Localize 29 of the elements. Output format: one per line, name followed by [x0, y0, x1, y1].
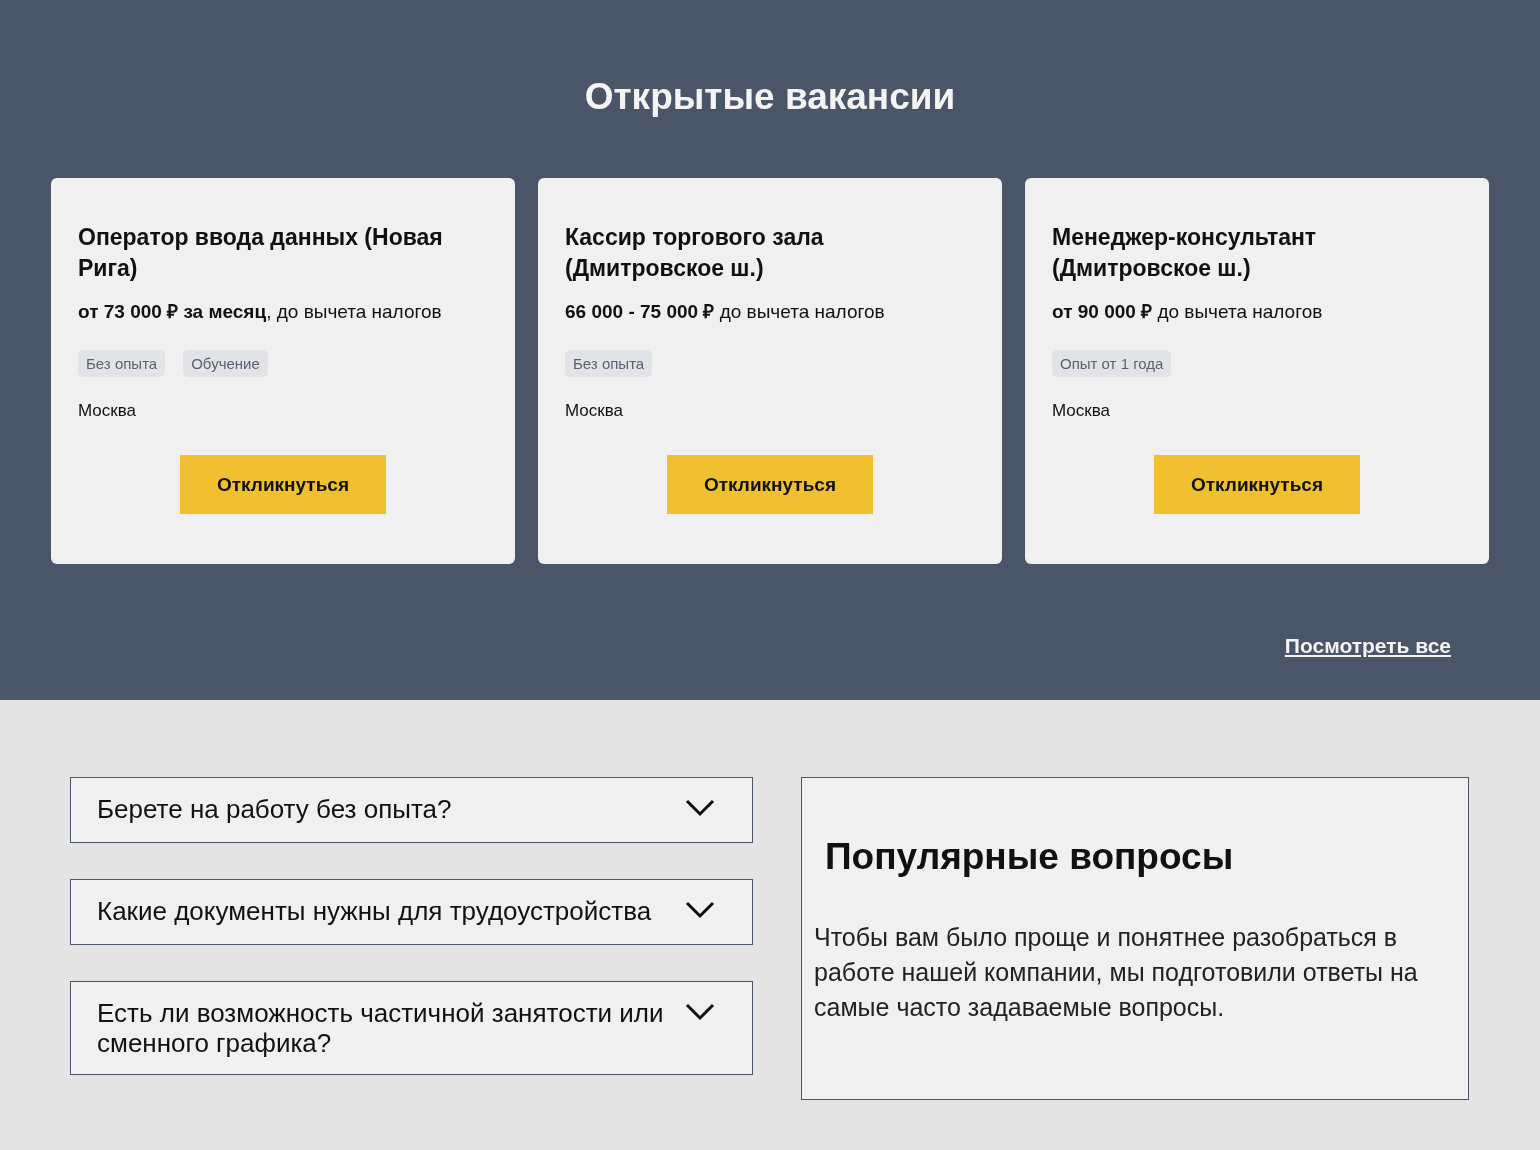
- city-label: Москва: [78, 401, 138, 421]
- tag: Без опыта: [565, 350, 653, 377]
- faq-item[interactable]: Есть ли возможность частичной занятости или сменного графика?: [70, 981, 753, 1075]
- faq-question: Берете на работу без опыта?: [97, 794, 452, 824]
- chevron-icon: [684, 798, 716, 818]
- faq-item[interactable]: Какие документы нужны для трудоустройства: [70, 879, 753, 945]
- vacancy-title: Оператор ввода данных (Новая Рига): [78, 223, 444, 283]
- chevron-icon: [684, 1002, 716, 1022]
- faq-item[interactable]: Берете на работу без опыта?: [70, 777, 753, 843]
- apply-button[interactable]: Откликнуться: [180, 455, 386, 514]
- tag: Опыт от 1 года: [1052, 350, 1172, 377]
- city-label: Москва: [1052, 401, 1112, 421]
- salary-text: 66 000 - 75 000 ₽ до вычета налогов: [565, 300, 886, 324]
- faq-question: Какие документы нужны для трудоустройства: [97, 896, 652, 926]
- view-all-link[interactable]: Посмотреть все: [1284, 634, 1451, 658]
- tag: Обучение: [183, 350, 268, 377]
- city-label: Москва: [565, 401, 625, 421]
- chevron-icon: [684, 900, 716, 920]
- vacancy-title: Кассир торгового зала (Дмитровское ш.): [565, 223, 825, 283]
- panel-text: Чтобы вам было проще и понятнее разобраться в работе нашей компании, мы подготовили ответы на самые часто задаваемые вопросы.: [814, 922, 1419, 1023]
- section-title: Открытые вакансии: [583, 76, 957, 118]
- faq-question: Есть ли возможность частичной занятости или сменного графика?: [97, 998, 665, 1058]
- apply-button[interactable]: Откликнуться: [667, 455, 873, 514]
- salary-text: от 73 000 ₽ за месяц, до вычета налогов: [78, 300, 443, 324]
- tag: Без опыта: [78, 350, 166, 377]
- apply-button[interactable]: Откликнуться: [1154, 455, 1360, 514]
- panel-title: Популярные вопросы: [825, 836, 1235, 878]
- vacancy-title: Менеджер-консультант (Дмитровское ш.): [1052, 223, 1318, 283]
- salary-text: от 90 000 ₽ до вычета налогов: [1052, 300, 1324, 324]
